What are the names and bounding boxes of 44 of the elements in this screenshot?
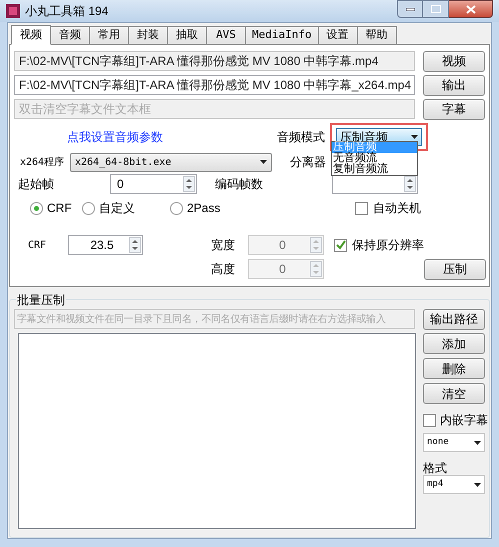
label: CRF <box>47 200 72 217</box>
dropdown[interactable]: x264_64-8bit.exe <box>70 152 272 172</box>
label: CRF <box>28 238 48 252</box>
link[interactable]: 点我设置音频参数 <box>67 128 277 146</box>
button[interactable]: 输出路径 <box>423 308 485 330</box>
dropdown[interactable]: mp4 <box>423 475 485 494</box>
number-field[interactable]: 23.5 <box>68 235 143 255</box>
label: 自动关机 <box>373 200 421 217</box>
label: 音频模式 <box>277 129 326 146</box>
button[interactable]: 清空 <box>423 383 485 404</box>
window-title: 小丸工具箱 194 <box>25 3 108 20</box>
label: 宽度 <box>211 237 236 254</box>
button[interactable]: 添加 <box>423 333 485 354</box>
tab[interactable]: 音频 <box>50 26 90 45</box>
label: x264程序 <box>20 156 66 170</box>
path-field[interactable]: F:\02-MV\[TCN字幕组]T-ARA 懂得那份感觉 MV 1080 中韩字幕.mp4 <box>14 51 415 71</box>
list-item[interactable]: 无音频流 <box>332 153 417 164</box>
label: 内嵌字幕 <box>440 412 488 429</box>
tab[interactable]: 封装 <box>128 26 168 45</box>
label: 自定义 <box>99 200 135 217</box>
tab[interactable]: 视频 <box>11 25 51 45</box>
tab[interactable]: 常用 <box>89 26 129 45</box>
label: 2Pass <box>187 200 220 217</box>
dropdown[interactable]: none <box>423 433 485 452</box>
path-field[interactable]: F:\02-MV\[TCN字幕组]T-ARA 懂得那份感觉 MV 1080 中韩字幕_x264.mp4 <box>14 75 415 95</box>
tab[interactable]: 设置 <box>318 26 358 45</box>
button[interactable]: 压制 <box>424 258 486 280</box>
button[interactable]: 字幕 <box>423 98 485 120</box>
label: 分离器 <box>290 154 326 171</box>
tab[interactable]: MediaInfo <box>245 26 319 45</box>
label: 保持原分辨率 <box>352 237 424 254</box>
list-item[interactable]: 复制音频流 <box>332 164 417 175</box>
tab[interactable]: 帮助 <box>356 26 397 45</box>
button[interactable]: 删除 <box>423 358 485 379</box>
label: 编码帧数 <box>215 176 264 193</box>
tab[interactable]: AVS <box>206 26 246 45</box>
button[interactable]: 输出 <box>423 74 485 96</box>
label: 格式 <box>423 462 448 474</box>
tab[interactable]: 抽取 <box>167 26 207 45</box>
group-title: 批量压制 <box>16 291 66 309</box>
label: 起始帧 <box>18 176 55 193</box>
label: 高度 <box>211 261 236 278</box>
button[interactable]: 视频 <box>423 50 485 72</box>
number-field[interactable]: 0 <box>110 174 197 194</box>
